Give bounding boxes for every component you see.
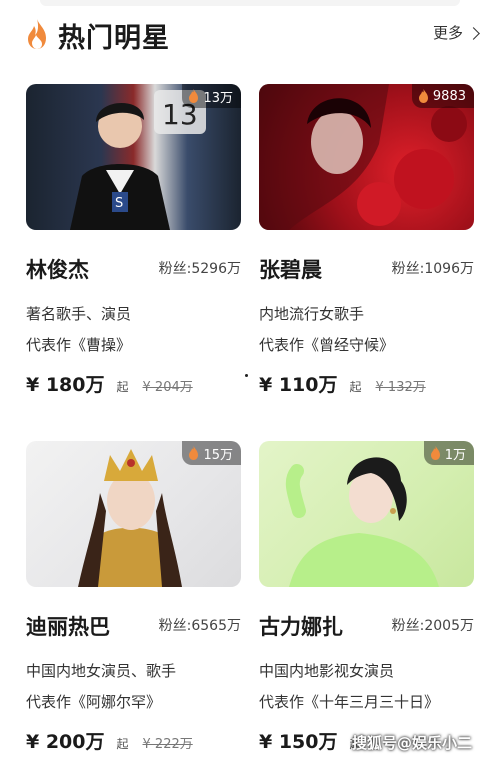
price: ¥ 150万 [259, 731, 338, 753]
popularity-badge: 9883 [411, 84, 474, 108]
popularity-badge: 15万 [182, 441, 241, 465]
price-from-label: 起 [116, 380, 129, 394]
star-card[interactable]: 15万 迪丽热巴 粉丝:6565万 中国内地女演员、歌手 代表作《阿娜尔罕》 ¥… [26, 441, 241, 754]
star-card[interactable]: 13 S 13万 林俊杰 粉丝:5296万 著名歌手、演员 代表作《曹操》 ¥ … [26, 84, 241, 397]
original-price: ¥ 204万 [142, 380, 193, 395]
star-card[interactable]: 1万 古力娜扎 粉丝:2005万 中国内地影视女演员 代表作《十年三月三十日》 … [259, 441, 474, 753]
top-strip [40, 0, 460, 6]
star-photo[interactable]: 15万 [26, 441, 241, 587]
bullet-dot [245, 374, 248, 377]
star-name: 迪丽热巴 [26, 615, 110, 639]
flame-icon [189, 446, 199, 460]
section-header: 热门明星 更多 [22, 14, 480, 54]
price: ¥ 180万 [26, 374, 105, 396]
representative-works: 代表作《阿娜尔罕》 [26, 693, 162, 711]
representative-works: 代表作《曾经守候》 [259, 336, 395, 354]
section-title: 热门明星 [58, 23, 170, 54]
price-from-label: 起 [116, 737, 129, 751]
flame-icon [28, 19, 46, 49]
popularity-badge: 1万 [423, 441, 474, 465]
star-description: 内地流行女歌手 [259, 305, 365, 323]
popularity-count: 9883 [432, 88, 466, 104]
popularity-count: 1万 [444, 447, 466, 463]
price-row: ¥ 110万 起 ¥ 132万 [259, 370, 474, 397]
star-photo[interactable]: 13 S 13万 [26, 84, 241, 230]
fans-count: 粉丝:2005万 [391, 618, 474, 634]
price: ¥ 200万 [26, 731, 105, 753]
star-photo[interactable]: 9883 [259, 84, 474, 230]
chevron-right-icon [467, 26, 480, 40]
star-description: 中国内地影视女演员 [259, 662, 395, 680]
more-label: 更多 [432, 24, 463, 42]
more-link[interactable]: 更多 [432, 22, 480, 43]
star-description: 中国内地女演员、歌手 [26, 662, 177, 680]
star-name: 古力娜扎 [259, 615, 343, 639]
fans-count: 粉丝:5296万 [158, 261, 241, 277]
price-row: ¥ 200万 起 ¥ 222万 [26, 727, 241, 754]
original-price: ¥ 132万 [375, 380, 426, 395]
popularity-count: 13万 [203, 90, 233, 106]
price-row: ¥ 180万 起 ¥ 204万 [26, 370, 241, 397]
original-price: ¥ 222万 [142, 737, 193, 752]
flame-icon [189, 89, 199, 103]
popularity-count: 15万 [203, 447, 233, 463]
star-photo[interactable]: 1万 [259, 441, 474, 587]
star-card[interactable]: 9883 张碧晨 粉丝:1096万 内地流行女歌手 代表作《曾经守候》 ¥ 11… [259, 84, 474, 397]
flame-icon [418, 89, 428, 103]
price: ¥ 110万 [259, 374, 338, 396]
star-name: 张碧晨 [259, 258, 322, 282]
star-name: 林俊杰 [26, 258, 89, 282]
representative-works: 代表作《曹操》 [26, 336, 132, 354]
popularity-badge: 13万 [182, 84, 241, 108]
flame-icon [430, 446, 440, 460]
svg-text:S: S [115, 196, 123, 211]
representative-works: 代表作《十年三月三十日》 [259, 693, 440, 711]
fans-count: 粉丝:6565万 [158, 618, 241, 634]
source-watermark: 搜狐号@娱乐小二 [352, 734, 473, 752]
fans-count: 粉丝:1096万 [391, 261, 474, 277]
star-description: 著名歌手、演员 [26, 305, 132, 323]
price-from-label: 起 [349, 380, 362, 394]
